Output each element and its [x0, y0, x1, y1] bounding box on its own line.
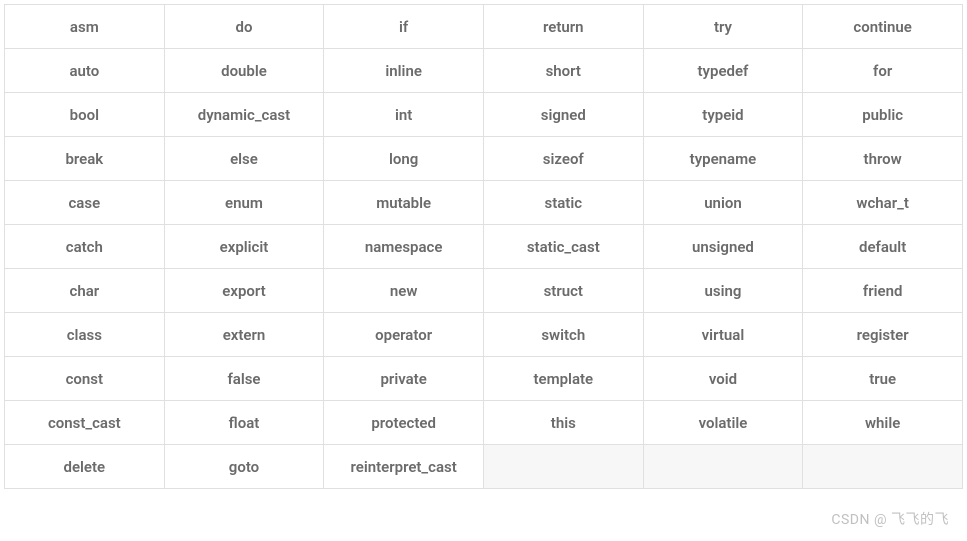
keyword-cell: template [483, 357, 643, 401]
keyword-cell: sizeof [483, 137, 643, 181]
keyword-cell-empty [803, 445, 963, 489]
keyword-cell: explicit [164, 225, 324, 269]
keyword-cell: public [803, 93, 963, 137]
keyword-cell: reinterpret_cast [324, 445, 484, 489]
keyword-cell: catch [5, 225, 165, 269]
keyword-cell: try [643, 5, 803, 49]
keyword-cell: float [164, 401, 324, 445]
keyword-cell: mutable [324, 181, 484, 225]
table-row: catch explicit namespace static_cast uns… [5, 225, 963, 269]
keyword-cell: register [803, 313, 963, 357]
keyword-cell: struct [483, 269, 643, 313]
table-row: break else long sizeof typename throw [5, 137, 963, 181]
keyword-cell: friend [803, 269, 963, 313]
keyword-cell: namespace [324, 225, 484, 269]
cpp-keywords-table: asm do if return try continue auto doubl… [4, 4, 963, 489]
keyword-cell: volatile [643, 401, 803, 445]
table-row: delete goto reinterpret_cast [5, 445, 963, 489]
keyword-cell: char [5, 269, 165, 313]
keyword-cell: return [483, 5, 643, 49]
keyword-cell: new [324, 269, 484, 313]
keyword-cell: goto [164, 445, 324, 489]
table-row: auto double inline short typedef for [5, 49, 963, 93]
keyword-cell: int [324, 93, 484, 137]
table-row: bool dynamic_cast int signed typeid publ… [5, 93, 963, 137]
keyword-cell: case [5, 181, 165, 225]
keyword-cell: enum [164, 181, 324, 225]
keyword-cell: static [483, 181, 643, 225]
keyword-cell: typename [643, 137, 803, 181]
table-row: class extern operator switch virtual reg… [5, 313, 963, 357]
keyword-cell: while [803, 401, 963, 445]
keyword-cell: const_cast [5, 401, 165, 445]
table-row: case enum mutable static union wchar_t [5, 181, 963, 225]
keyword-cell: wchar_t [803, 181, 963, 225]
watermark-text: CSDN @ 飞飞的飞 [831, 509, 949, 529]
keyword-cell-empty [643, 445, 803, 489]
table-row: const false private template void true [5, 357, 963, 401]
keyword-cell: this [483, 401, 643, 445]
keyword-cell: static_cast [483, 225, 643, 269]
keyword-cell: short [483, 49, 643, 93]
keyword-cell: operator [324, 313, 484, 357]
keyword-cell: union [643, 181, 803, 225]
keyword-cell: using [643, 269, 803, 313]
keyword-cell: dynamic_cast [164, 93, 324, 137]
keyword-cell: for [803, 49, 963, 93]
keyword-cell: asm [5, 5, 165, 49]
keyword-cell: if [324, 5, 484, 49]
keyword-cell: true [803, 357, 963, 401]
keyword-cell: typeid [643, 93, 803, 137]
keyword-cell: class [5, 313, 165, 357]
keyword-cell: continue [803, 5, 963, 49]
keyword-cell: const [5, 357, 165, 401]
table-body: asm do if return try continue auto doubl… [5, 5, 963, 489]
keyword-cell: export [164, 269, 324, 313]
table-row: asm do if return try continue [5, 5, 963, 49]
keyword-cell: bool [5, 93, 165, 137]
keyword-cell: else [164, 137, 324, 181]
keyword-cell: break [5, 137, 165, 181]
keyword-cell-empty [483, 445, 643, 489]
keyword-cell: double [164, 49, 324, 93]
keyword-cell: extern [164, 313, 324, 357]
table-row: char export new struct using friend [5, 269, 963, 313]
keyword-cell: switch [483, 313, 643, 357]
keyword-cell: protected [324, 401, 484, 445]
keyword-cell: false [164, 357, 324, 401]
keyword-cell: typedef [643, 49, 803, 93]
keyword-cell: long [324, 137, 484, 181]
keyword-cell: auto [5, 49, 165, 93]
keyword-cell: default [803, 225, 963, 269]
keyword-cell: private [324, 357, 484, 401]
keyword-cell: virtual [643, 313, 803, 357]
table-row: const_cast float protected this volatile… [5, 401, 963, 445]
keyword-cell: void [643, 357, 803, 401]
keyword-cell: unsigned [643, 225, 803, 269]
keyword-cell: delete [5, 445, 165, 489]
keyword-cell: signed [483, 93, 643, 137]
keyword-cell: inline [324, 49, 484, 93]
keyword-cell: do [164, 5, 324, 49]
keyword-cell: throw [803, 137, 963, 181]
